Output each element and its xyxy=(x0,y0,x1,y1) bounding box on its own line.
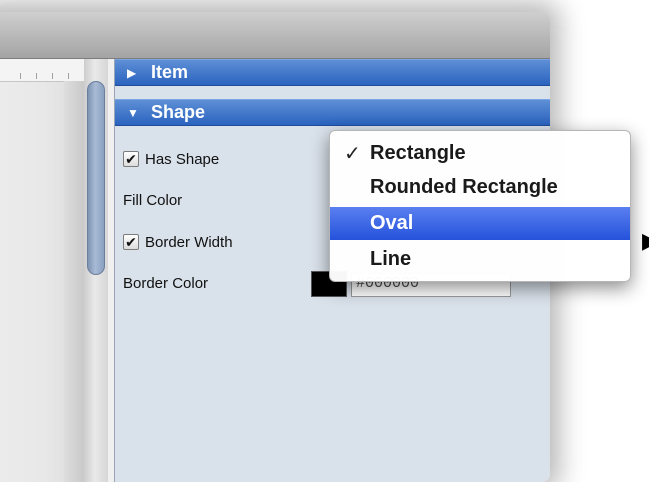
mouse-pointer-icon: ▶ xyxy=(642,228,649,254)
ruler-tick xyxy=(36,73,37,79)
menu-item-label: Rectangle xyxy=(370,142,466,164)
menu-item-label: Rounded Rectangle xyxy=(370,176,558,198)
shape-popup-menu: ✓ Rectangle Rounded Rectangle Oval Line xyxy=(329,130,631,282)
section-label-item: Item xyxy=(151,62,189,82)
has-shape-row: ✔ Has Shape xyxy=(115,145,219,173)
fill-color-row: Fill Color xyxy=(115,186,182,214)
section-label-shape: Shape xyxy=(151,102,206,122)
canvas-area xyxy=(0,59,84,482)
ruler-tick xyxy=(52,73,53,79)
menu-item-label: Line xyxy=(370,248,412,270)
ruler-tick xyxy=(20,73,21,79)
section-header-shape[interactable]: ▼ Shape xyxy=(115,99,550,126)
vertical-ruler xyxy=(64,81,84,482)
has-shape-label: Has Shape xyxy=(145,150,220,168)
menu-item-line[interactable]: Line xyxy=(330,243,630,276)
disclosure-right-icon[interactable]: ▶ xyxy=(127,66,141,80)
ruler-tick xyxy=(68,73,69,79)
border-width-checkbox[interactable]: ✔ xyxy=(123,234,139,250)
vertical-scrollbar[interactable] xyxy=(84,59,108,482)
menu-item-rectangle[interactable]: ✓ Rectangle xyxy=(330,137,630,170)
border-color-row: Border Color xyxy=(115,269,208,297)
section-header-item[interactable]: ▶ Item xyxy=(115,59,550,86)
window-titlebar xyxy=(0,12,550,59)
has-shape-checkbox[interactable]: ✔ xyxy=(123,151,139,167)
border-color-label: Border Color xyxy=(123,274,209,292)
scrollbar-thumb[interactable] xyxy=(87,81,105,275)
fill-color-label: Fill Color xyxy=(123,191,183,209)
menu-item-oval[interactable]: Oval xyxy=(330,207,630,240)
menu-item-label: Oval xyxy=(370,212,414,234)
disclosure-down-icon[interactable]: ▼ xyxy=(127,106,141,120)
border-width-label: Border Width xyxy=(145,233,233,251)
border-width-row: ✔ Border Width xyxy=(115,228,233,256)
menu-item-rounded-rectangle[interactable]: Rounded Rectangle xyxy=(330,171,630,204)
checkmark-icon: ✓ xyxy=(344,143,361,165)
horizontal-ruler xyxy=(0,59,84,82)
